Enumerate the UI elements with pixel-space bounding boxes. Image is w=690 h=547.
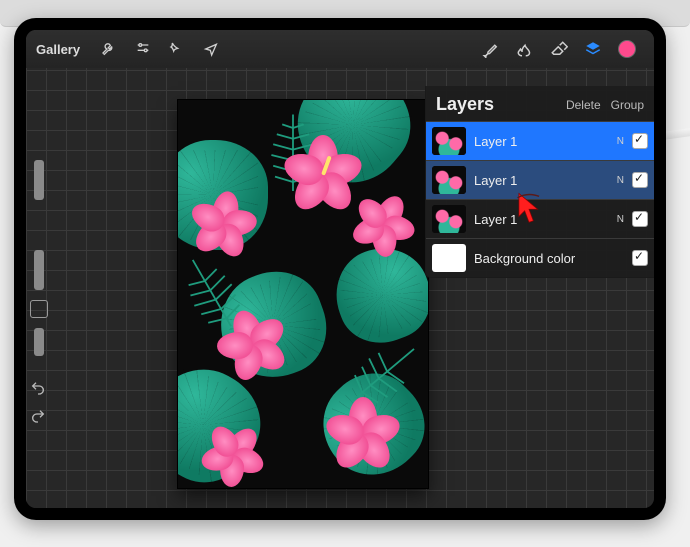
layers-icon[interactable] [582, 38, 604, 60]
brush-opacity-slider[interactable] [34, 250, 44, 290]
undo-icon[interactable] [30, 380, 46, 396]
modify-button[interactable] [30, 300, 48, 318]
selection-icon[interactable] [166, 38, 188, 60]
layers-list: Layer 1 N Layer 1 N Layer 1 N Background color [426, 121, 654, 277]
transform-icon[interactable] [200, 38, 222, 60]
layer-thumbnail[interactable] [432, 127, 466, 155]
top-toolbar: Gallery [26, 30, 654, 68]
ipad-frame: Gallery [14, 18, 666, 520]
brush-slider-3[interactable] [34, 328, 44, 356]
brush-size-slider[interactable] [34, 160, 44, 200]
layer-thumbnail[interactable] [432, 166, 466, 194]
layers-group-button[interactable]: Group [611, 98, 644, 112]
layer-blend-mode[interactable]: N [617, 136, 624, 147]
left-undo-rail [30, 380, 46, 424]
layer-visibility-checkbox[interactable] [632, 133, 648, 149]
layer-name-label: Layer 1 [474, 212, 609, 227]
layer-row[interactable]: Layer 1 N [426, 121, 654, 160]
layers-panel-header: Layers Delete Group [426, 86, 654, 121]
layer-thumbnail[interactable] [432, 205, 466, 233]
layer-blend-mode[interactable]: N [617, 214, 624, 225]
wrench-icon[interactable] [98, 38, 120, 60]
brush-icon[interactable] [480, 38, 502, 60]
left-slider-rail [30, 160, 48, 356]
layer-thumbnail[interactable] [432, 244, 466, 272]
layer-blend-mode[interactable]: N [617, 175, 624, 186]
layer-visibility-checkbox[interactable] [632, 211, 648, 227]
layers-panel: Layers Delete Group Layer 1NLayer 1NLaye… [425, 86, 654, 278]
smudge-icon[interactable] [514, 38, 536, 60]
layer-visibility-checkbox[interactable] [632, 250, 648, 266]
app-screen: Gallery [26, 30, 654, 508]
canvas[interactable] [178, 100, 428, 488]
layer-visibility-checkbox[interactable] [632, 172, 648, 188]
redo-icon[interactable] [30, 408, 46, 424]
adjustments-icon[interactable] [132, 38, 154, 60]
layer-row[interactable]: Background color [426, 238, 654, 277]
layer-name-label: Layer 1 [474, 134, 609, 149]
gallery-button[interactable]: Gallery [36, 42, 80, 57]
layers-panel-title: Layers [436, 94, 556, 115]
layer-name-label: Layer 1 [474, 173, 609, 188]
layer-row[interactable]: Layer 1 N [426, 160, 654, 199]
eraser-icon[interactable] [548, 38, 570, 60]
color-swatch[interactable] [616, 38, 638, 60]
layer-name-label: Background color [474, 251, 616, 266]
layers-delete-button[interactable]: Delete [566, 98, 601, 112]
layer-row[interactable]: Layer 1 N [426, 199, 654, 238]
